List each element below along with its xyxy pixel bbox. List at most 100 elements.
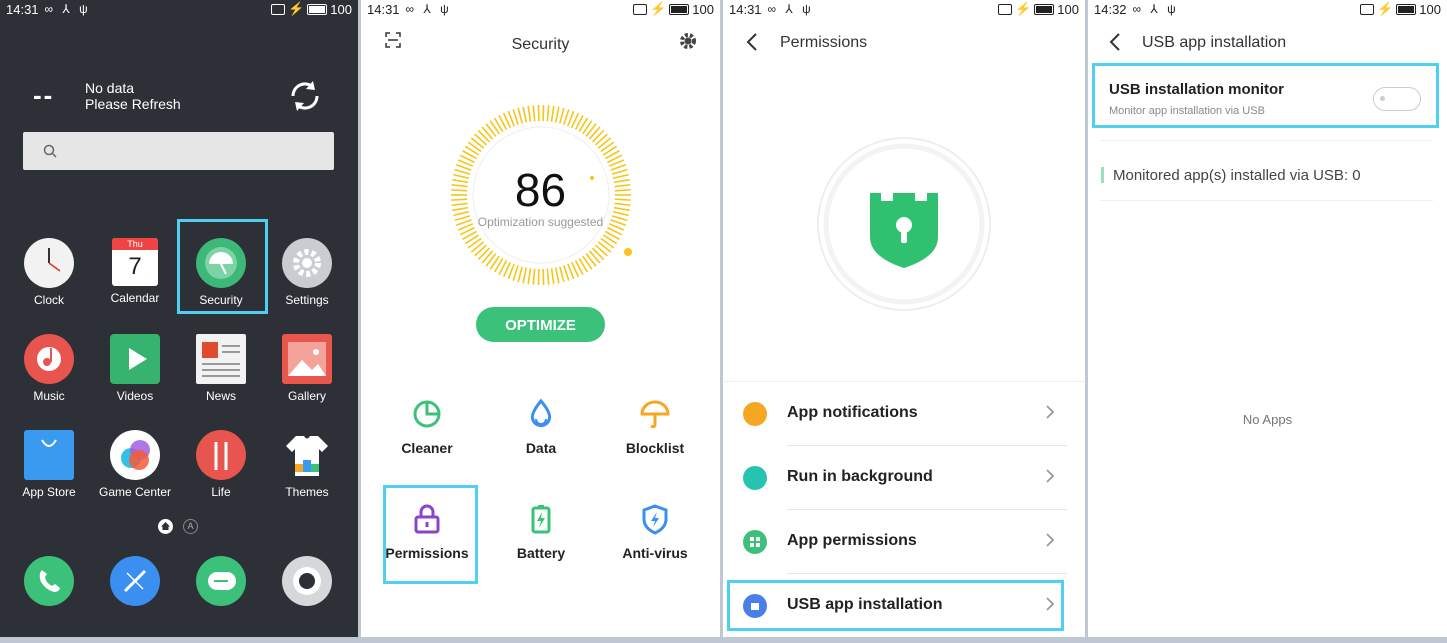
shopping-bag-icon [24,430,74,480]
optimize-button[interactable]: OPTIMIZE [476,307,605,342]
charge-icon: ⚡ [1015,1,1032,16]
gear-icon [282,238,332,288]
app-gallery[interactable]: Gallery [267,334,347,403]
back-arrow-icon[interactable] [1108,32,1122,52]
tool-anti-virus[interactable]: Anti-virus [605,503,705,561]
app-drawer-dot[interactable]: A [183,519,198,534]
weather-temp: -- [33,80,55,110]
app-label: Settings [285,293,329,307]
gauge-tick [550,105,555,122]
gauge-dot [624,248,632,256]
screen-icon [633,3,648,15]
row-app-permissions[interactable]: App permissions [723,510,1085,574]
usb-installation-screen: 14:32 ∞ ⅄ ψ ⚡ 100 USB app installation U… [1088,0,1447,637]
gauge-tick [594,244,608,257]
refresh-icon[interactable] [287,78,323,114]
tool-label: Anti-virus [622,545,688,561]
clock-icon [24,238,74,288]
gauge-tick [512,265,519,281]
weather-line1: No data [85,80,135,96]
row-run-in-background[interactable]: Run in background [723,446,1085,510]
search-bar[interactable] [23,132,334,170]
permissions-screen: 14:31 ∞ ⅄ ψ ⚡ 100 Permissions App notifi… [723,0,1085,637]
play-icon [110,334,160,384]
gauge-tick [591,129,605,143]
app-clock[interactable]: Clock [9,238,89,307]
section-marker [1101,167,1104,183]
back-arrow-icon[interactable] [745,32,759,52]
dock-phone[interactable] [9,556,89,611]
gauge-tick [477,129,491,143]
app-themes[interactable]: Themes [267,430,347,499]
app-security[interactable]: Security [181,238,261,307]
search-icon [43,144,57,158]
usb-monitor-toggle[interactable] [1373,87,1421,111]
usb-icon [743,594,767,618]
phone-icon [24,556,74,606]
app-news[interactable]: News [181,334,261,403]
tool-permissions[interactable]: Permissions [377,503,477,561]
app-settings[interactable]: Settings [267,238,347,307]
app-label: Music [33,389,65,403]
tool-label: Battery [516,545,566,561]
gauge-tick [481,250,494,264]
calendar-icon: Thu 7 [112,238,158,286]
gauge-tick [532,268,536,285]
status-icons: ∞ ⅄ ψ [767,2,814,16]
status-bar: 14:31 ∞ ⅄ ψ ⚡ 100 [0,0,358,18]
gear-icon[interactable] [679,32,697,50]
battery-level: 100 [330,1,352,17]
battery-icon [669,3,690,15]
gauge-tick [527,105,532,122]
tool-battery[interactable]: Battery [491,503,591,561]
battery-level: 100 [1419,1,1441,17]
title-bar: Security [361,28,720,58]
gauge-tick [522,106,528,123]
status-time: 14:31 [729,1,762,17]
calendar-day: Thu [112,238,158,250]
app-music[interactable]: Music [9,334,89,403]
gauge-tick [532,105,536,122]
app-game-center[interactable]: Game Center [95,430,175,499]
gauge-tick [588,126,601,140]
weather-text: No data Please Refresh [85,80,181,112]
dock-messages[interactable] [181,556,261,611]
fork-knife-icon [196,430,246,480]
gauge-tick [546,105,550,122]
gauge-tick [588,250,601,264]
battery-icon [1396,3,1417,15]
tool-cleaner[interactable]: Cleaner [377,398,477,456]
status-icons: ∞ ⅄ ψ [1132,2,1179,16]
row-usb-app-installation[interactable]: USB app installation [723,574,1085,637]
monitor-subtitle: Monitor app installation via USB [1109,105,1265,117]
umbrella-icon [196,238,246,288]
gauge-tick [512,109,519,125]
row-app-notifications[interactable]: App notifications [723,382,1085,446]
status-time: 14:32 [1094,1,1127,17]
dock-camera[interactable] [267,556,347,611]
gauge-tick [481,126,494,140]
app-label: Themes [285,485,329,499]
dock-browser[interactable] [95,556,175,611]
app-app-store[interactable]: App Store [9,430,89,499]
screen-icon [998,3,1013,15]
tool-blocklist[interactable]: Blocklist [605,398,705,456]
umbrella-icon [640,400,670,429]
tshirt-icon [282,430,332,480]
app-life[interactable]: Life [181,430,261,499]
monitor-title: USB installation monitor [1109,81,1285,98]
app-label: Videos [116,389,154,403]
gauge-tick [591,247,605,261]
tool-label: Blocklist [625,440,685,456]
row-label: App notifications [787,404,918,421]
grid-icon [743,530,767,554]
news-icon [196,334,246,384]
app-label: Calendar [110,291,160,305]
app-videos[interactable]: Videos [95,334,175,403]
tool-data[interactable]: Data [491,398,591,456]
app-label: Clock [33,293,64,307]
status-bar: 14:31 ∞ ⅄ ψ ⚡ 100 [723,0,1085,18]
gauge-tick [559,107,565,124]
home-page-dot[interactable] [158,519,173,534]
app-calendar[interactable]: Thu 7 Calendar [95,238,175,305]
